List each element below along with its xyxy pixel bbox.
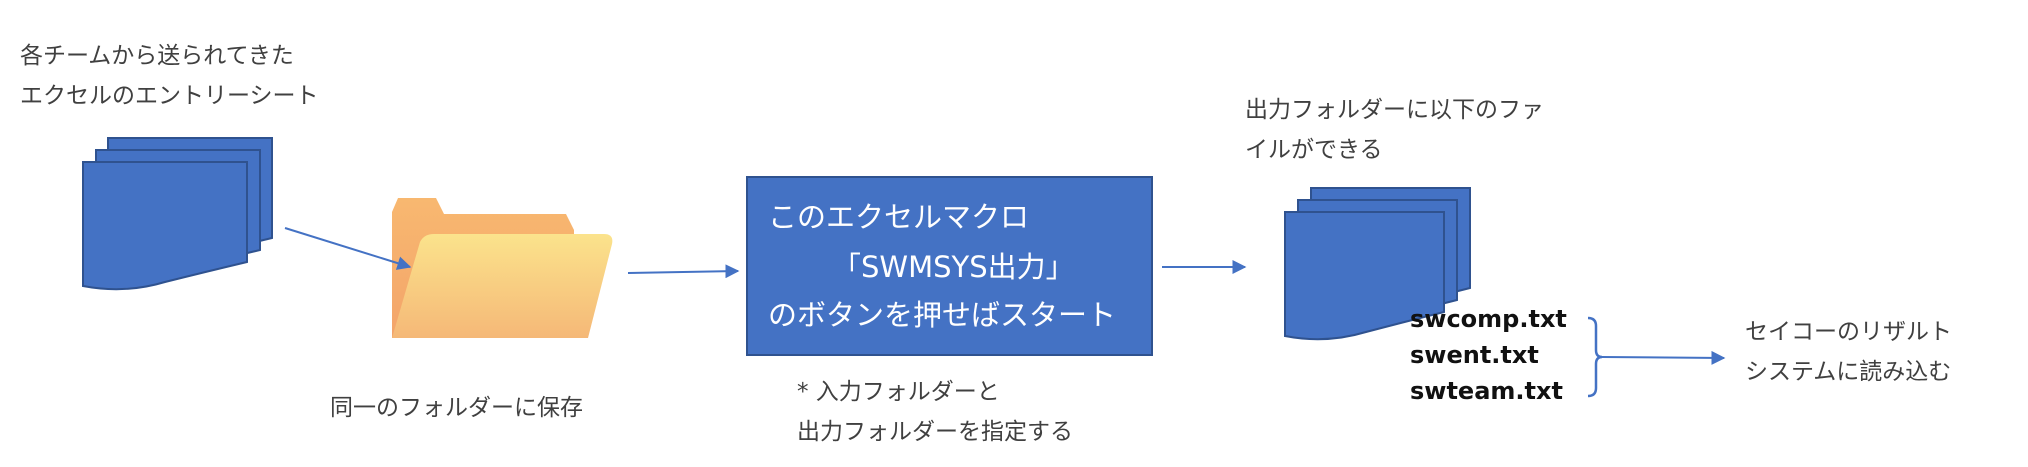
result-caption-line2: システムに読み込む xyxy=(1745,359,1952,385)
output-file-item: swcomp.txt xyxy=(1410,305,1567,333)
documents-stack-icon xyxy=(82,137,273,291)
output-caption-line1: 出力フォルダーに以下のファ xyxy=(1245,97,1544,123)
folder-caption: 同一のフォルダーに保存 xyxy=(330,395,583,421)
files-brace xyxy=(1587,316,1603,398)
output-file-item: swteam.txt xyxy=(1410,377,1563,405)
output-file-item: swent.txt xyxy=(1410,341,1539,369)
result-caption-line1: セイコーのリザルト xyxy=(1745,319,1952,345)
arrow-files-to-system xyxy=(1601,350,1726,365)
source-caption-line2: エクセルのエントリーシート xyxy=(20,83,319,109)
folder-icon xyxy=(392,198,613,338)
macro-note-line2: 出力フォルダーを指定する xyxy=(797,419,1073,445)
arrow-folder-to-macro xyxy=(627,264,740,279)
arrow-docs-to-folder xyxy=(284,227,412,270)
source-caption-line1: 各チームから送られてきた xyxy=(20,43,294,69)
macro-box-line2: 「SWMSYS出力」 xyxy=(832,250,1075,284)
output-caption-line2: イルができる xyxy=(1245,137,1383,163)
macro-box-line1: このエクセルマクロ xyxy=(768,200,1030,234)
macro-box-line3: のボタンを押せばスタート xyxy=(768,298,1117,332)
macro-note-line1: * 入力フォルダーと xyxy=(797,379,1000,405)
